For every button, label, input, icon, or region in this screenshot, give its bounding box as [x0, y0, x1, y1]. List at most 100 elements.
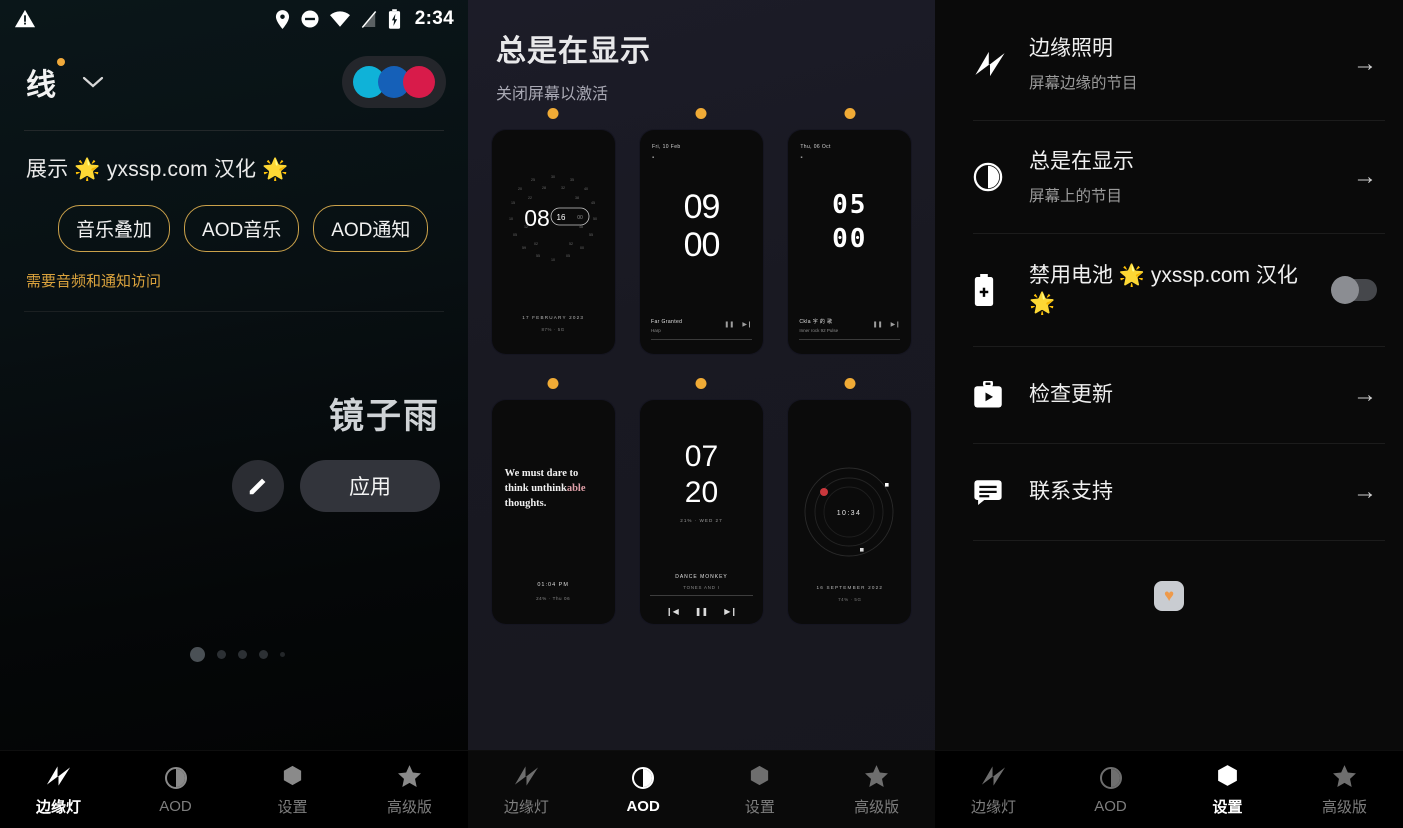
- svg-text:48: 48: [579, 225, 583, 229]
- card4-meta: 24% · Thu 06: [536, 596, 571, 601]
- aod-subtitle: 关闭屏幕以激活: [496, 86, 609, 103]
- demo-section: 展示 🌟 yxssp.com 汉化 🌟 音乐叠加 AOD音乐 AOD通知 需要音…: [0, 131, 468, 311]
- pause-icon[interactable]: ❚❚: [695, 607, 708, 616]
- premium-badge-2: [695, 108, 707, 119]
- svg-text:15: 15: [511, 201, 515, 205]
- svg-text:50: 50: [593, 217, 597, 221]
- aod-preview-quote[interactable]: We must dare to think unthinkable though…: [491, 400, 615, 624]
- svg-text:55: 55: [589, 233, 593, 237]
- aod-card-5[interactable]: 07 20 21% · WED 27 DANCE MONKEY TONES AN…: [636, 378, 766, 624]
- previous-icon[interactable]: ❙◀: [666, 607, 679, 616]
- demo-chip-row: 音乐叠加 AOD音乐 AOD通知: [26, 205, 442, 252]
- settings-row-edge-lighting[interactable]: 边缘照明 屏幕边缘的节目 →: [935, 8, 1403, 120]
- settings-icon: [748, 763, 771, 789]
- nav-item-premium[interactable]: 高级版: [818, 751, 935, 828]
- nav-item-premium[interactable]: 高级版: [1286, 751, 1403, 828]
- arrow-right-icon[interactable]: →: [1353, 478, 1377, 506]
- page-dot-3[interactable]: [238, 650, 247, 659]
- svg-text:22: 22: [528, 196, 532, 200]
- pause-icon[interactable]: ❚❚: [873, 321, 883, 328]
- aod-card-1[interactable]: 30 35 25 40 20 45 15 50 10 55 05 00 59 05 55 10 …: [488, 108, 618, 354]
- nav-item-edge-light[interactable]: 边缘灯: [0, 751, 117, 828]
- settings-row-subtitle: 屏幕上的节目: [1029, 187, 1123, 205]
- premium-badge-6: [844, 378, 856, 389]
- next-icon[interactable]: ▶❙: [891, 321, 901, 328]
- chip-aod-notification[interactable]: AOD通知: [313, 205, 429, 252]
- settings-row-always-on-display[interactable]: 总是在显示 屏幕上的节目 →: [935, 121, 1403, 233]
- bottom-nav-panel2: 边缘灯 AOD 设置 高级版: [468, 750, 935, 828]
- aod-preview-stacked[interactable]: 07 20 21% · WED 27 DANCE MONKEY TONES AN…: [639, 400, 763, 624]
- nav-item-settings[interactable]: 设置: [234, 751, 351, 828]
- nav-item-aod[interactable]: AOD: [585, 751, 702, 828]
- row-divider: [973, 540, 1385, 541]
- svg-text:10: 10: [551, 258, 555, 262]
- svg-text:05: 05: [566, 254, 570, 258]
- heart-icon[interactable]: ♥: [1154, 581, 1184, 611]
- battery-optimization-toggle[interactable]: [1331, 276, 1377, 304]
- arrow-right-icon[interactable]: →: [1353, 163, 1377, 191]
- edge-light-icon: [980, 763, 1007, 789]
- svg-text:28: 28: [542, 186, 546, 190]
- pause-icon[interactable]: ❚❚: [724, 321, 734, 328]
- settings-row-check-updates[interactable]: 检查更新 →: [935, 347, 1403, 443]
- nav-item-edge-light[interactable]: 边缘灯: [468, 751, 585, 828]
- card3-media-controls[interactable]: ❚❚ ▶❙: [873, 321, 901, 328]
- status-time: 2:34: [414, 8, 454, 29]
- pencil-icon: [247, 475, 269, 497]
- aod-header: 总是在显示 关闭屏幕以激活: [468, 0, 935, 108]
- card5-progress-bar[interactable]: [649, 595, 753, 596]
- panel-edge-lighting: 2:34 线 展示 🌟 yxssp.com 汉化 🌟 音乐叠加 AOD音乐 AO…: [0, 0, 468, 828]
- settings-row-disable-battery[interactable]: 禁用电池 🌟 yxssp.com 汉化 🌟: [935, 234, 1403, 346]
- settings-row-title: 禁用电池 🌟 yxssp.com 汉化 🌟: [1029, 263, 1298, 315]
- nav-item-edge-light[interactable]: 边缘灯: [935, 751, 1052, 828]
- apply-button[interactable]: 应用: [300, 460, 440, 512]
- page-dot-4[interactable]: [259, 650, 268, 659]
- svg-text:16: 16: [556, 213, 565, 222]
- wifi-icon: [329, 11, 350, 27]
- aod-card-3[interactable]: Thu, 06 Oct ▪ 05 00 Ckla 字 的 歌 Inner roc…: [785, 108, 915, 354]
- three-panel-screenshot: 2:34 线 展示 🌟 yxssp.com 汉化 🌟 音乐叠加 AOD音乐 AO…: [0, 0, 1403, 828]
- aod-card-6[interactable]: 10:34 16 SEPTEMBER 2022 74% · 5G: [785, 378, 915, 624]
- aod-card-2[interactable]: Fri, 10 Feb ▪ 09 00 Far Granted Harp ❚❚ ▶…: [636, 108, 766, 354]
- chevron-down-icon[interactable]: [82, 75, 104, 89]
- card3-hour: 05: [832, 190, 868, 220]
- preset-name[interactable]: 线: [26, 58, 65, 104]
- arrow-right-icon[interactable]: →: [1353, 381, 1377, 409]
- location-pin-icon: [275, 9, 290, 29]
- aod-preview-dotclock[interactable]: Thu, 06 Oct ▪ 05 00 Ckla 字 的 歌 Inner roc…: [788, 130, 912, 354]
- aod-title: 总是在显示: [496, 35, 651, 68]
- next-icon[interactable]: ▶❙: [742, 321, 752, 328]
- nav-item-settings[interactable]: 设置: [702, 751, 819, 828]
- settings-row-contact-support[interactable]: 联系支持 →: [935, 444, 1403, 540]
- card2-media-controls[interactable]: ❚❚ ▶❙: [724, 321, 752, 328]
- chip-music-overlay[interactable]: 音乐叠加: [58, 205, 171, 252]
- aod-preview-orbit[interactable]: 10:34 16 SEPTEMBER 2022 74% · 5G: [788, 400, 912, 624]
- nav-item-settings[interactable]: 设置: [1169, 751, 1286, 828]
- color-swatch-pill[interactable]: [342, 56, 446, 108]
- nav-item-aod[interactable]: AOD: [1052, 751, 1169, 828]
- card4-quote-highlight: able: [566, 483, 586, 495]
- page-dot-5[interactable]: [280, 652, 285, 657]
- card6-footer-date: 16 SEPTEMBER 2022: [816, 585, 884, 590]
- arrow-right-icon[interactable]: →: [1353, 50, 1377, 78]
- page-dot-2[interactable]: [217, 650, 226, 659]
- settings-row-subtitle: 屏幕边缘的节目: [1029, 74, 1138, 92]
- aod-preview-bigclock[interactable]: Fri, 10 Feb ▪ 09 00 Far Granted Harp ❚❚ ▶…: [639, 130, 763, 354]
- aod-card-4[interactable]: We must dare to think unthinkable though…: [488, 378, 618, 624]
- settings-row-title: 检查更新: [1029, 382, 1113, 406]
- svg-text:38: 38: [575, 196, 579, 200]
- color-swatch-3[interactable]: [403, 66, 435, 98]
- page-dot-1[interactable]: [190, 647, 205, 662]
- nav-item-premium[interactable]: 高级版: [351, 751, 468, 828]
- chip-aod-music[interactable]: AOD音乐: [184, 205, 300, 252]
- premium-badge-5: [695, 378, 707, 389]
- nav-item-aod[interactable]: AOD: [117, 751, 234, 828]
- edit-theme-button[interactable]: [232, 460, 284, 512]
- card2-progress-bar[interactable]: [650, 339, 752, 340]
- card5-media-controls[interactable]: ❙◀ ❚❚ ▶❙: [640, 607, 763, 616]
- next-icon[interactable]: ▶❙: [724, 607, 737, 616]
- aod-preview-dial[interactable]: 30 35 25 40 20 45 15 50 10 55 05 00 59 05 55 10 …: [491, 130, 615, 354]
- aod-icon: [1099, 765, 1123, 791]
- card5-minute: 20: [684, 476, 719, 509]
- card3-progress-bar[interactable]: [799, 339, 901, 340]
